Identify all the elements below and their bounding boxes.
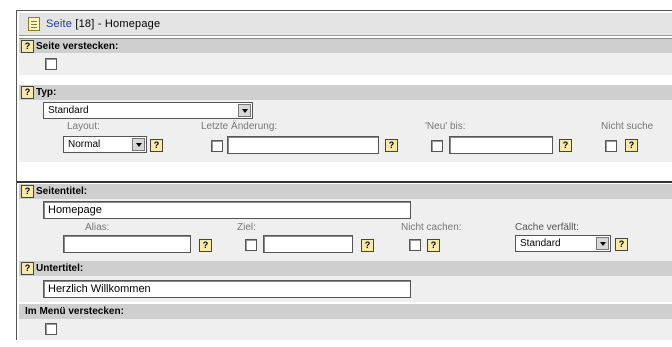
section-divider bbox=[17, 181, 672, 183]
help-icon[interactable]: ? bbox=[21, 262, 34, 275]
no-cache-checkbox[interactable] bbox=[409, 239, 421, 251]
type-options-row: Layout: Normal ? Letzte Änderung: ? 'Neu… bbox=[19, 120, 672, 162]
hide-in-menu-checkbox[interactable] bbox=[45, 323, 57, 335]
page-title-label: Seitentitel: bbox=[36, 186, 88, 197]
alias-help-icon[interactable]: ? bbox=[199, 239, 212, 252]
hide-page-checkbox[interactable] bbox=[45, 58, 57, 70]
header-separator: - bbox=[94, 18, 105, 30]
type-header: ? Typ: bbox=[19, 85, 672, 100]
record-title: Seite [18] - Homepage bbox=[46, 18, 160, 30]
record-header: Seite [18] - Homepage bbox=[19, 13, 672, 36]
layout-help-icon[interactable]: ? bbox=[150, 139, 163, 152]
new-until-help-icon[interactable]: ? bbox=[559, 139, 572, 152]
no-cache-label: Nicht cachen: bbox=[401, 222, 462, 233]
subtitle-field[interactable]: Herzlich Willkommen bbox=[43, 280, 411, 298]
type-select-value: Standard bbox=[48, 105, 89, 116]
no-search-help-icon[interactable]: ? bbox=[625, 139, 638, 152]
page-title-options-row: Alias: ? Ziel: ? Nicht cachen: ? Cache v… bbox=[19, 221, 672, 261]
cache-expires-label: Cache verfällt: bbox=[515, 222, 579, 233]
new-until-checkbox[interactable] bbox=[431, 140, 443, 152]
target-help-icon[interactable]: ? bbox=[361, 239, 374, 252]
chevron-down-icon[interactable] bbox=[596, 237, 609, 250]
last-change-label: Letzte Änderung: bbox=[201, 121, 278, 132]
page-icon bbox=[28, 17, 40, 31]
layout-label: Layout: bbox=[67, 121, 100, 132]
page-title-field[interactable]: Homepage bbox=[43, 201, 411, 219]
subtitle-header: ? Untertitel: bbox=[19, 261, 672, 276]
no-search-checkbox[interactable] bbox=[605, 140, 617, 152]
type-select[interactable]: Standard bbox=[43, 102, 253, 119]
type-select-row: Standard bbox=[19, 100, 672, 120]
page-properties-form: Seite [18] - Homepage ? Seite verstecken… bbox=[16, 10, 672, 340]
section-page-title: ? Seitentitel: Homepage Alias: ? Ziel: ?… bbox=[19, 184, 672, 261]
layout-select[interactable]: Normal bbox=[63, 136, 147, 153]
chevron-down-icon[interactable] bbox=[132, 138, 145, 151]
subtitle-label: Untertitel: bbox=[36, 263, 84, 274]
hide-page-row bbox=[19, 53, 672, 75]
alias-label: Alias: bbox=[85, 222, 110, 233]
cache-expires-value: Standard bbox=[520, 238, 561, 249]
help-icon[interactable]: ? bbox=[21, 39, 34, 53]
section-subtitle: ? Untertitel: Herzlich Willkommen bbox=[19, 261, 672, 302]
help-icon[interactable]: ? bbox=[21, 185, 34, 198]
target-field[interactable] bbox=[263, 235, 353, 253]
record-id: [18] bbox=[75, 18, 95, 30]
last-change-checkbox[interactable] bbox=[211, 140, 223, 152]
cache-expires-help-icon[interactable]: ? bbox=[615, 238, 628, 251]
new-until-label: 'Neu' bis: bbox=[425, 121, 466, 132]
section-hide-in-menu: Im Menü verstecken: bbox=[19, 304, 672, 340]
target-label: Ziel: bbox=[237, 222, 256, 233]
last-change-help-icon[interactable]: ? bbox=[385, 139, 398, 152]
no-cache-help-icon[interactable]: ? bbox=[427, 239, 440, 252]
hide-page-label: Seite verstecken: bbox=[36, 40, 119, 52]
last-change-field[interactable] bbox=[227, 136, 379, 154]
hide-in-menu-row bbox=[19, 319, 672, 340]
page-title-input-row: Homepage bbox=[19, 199, 672, 221]
layout-select-value: Normal bbox=[68, 139, 101, 150]
type-label: Typ: bbox=[36, 87, 57, 98]
section-type: ? Typ: Standard Layout: Normal ? Letzte … bbox=[19, 85, 672, 162]
hide-in-menu-label: Im Menü verstecken: bbox=[25, 306, 124, 317]
subtitle-input-row: Herzlich Willkommen bbox=[19, 276, 672, 302]
page-title-header: ? Seitentitel: bbox=[19, 184, 672, 199]
help-icon[interactable]: ? bbox=[21, 86, 34, 99]
record-type-link[interactable]: Seite bbox=[46, 18, 72, 30]
hide-in-menu-header: Im Menü verstecken: bbox=[19, 304, 672, 319]
no-search-label: Nicht suche bbox=[601, 121, 654, 132]
cache-expires-select[interactable]: Standard bbox=[515, 235, 611, 252]
record-name: Homepage bbox=[104, 18, 161, 30]
hide-page-header: ? Seite verstecken: bbox=[19, 38, 672, 53]
chevron-down-icon[interactable] bbox=[238, 104, 251, 117]
section-hide-page: ? Seite verstecken: bbox=[19, 38, 672, 75]
new-until-field[interactable] bbox=[449, 136, 553, 154]
target-checkbox[interactable] bbox=[245, 239, 257, 251]
alias-field[interactable] bbox=[63, 235, 191, 253]
